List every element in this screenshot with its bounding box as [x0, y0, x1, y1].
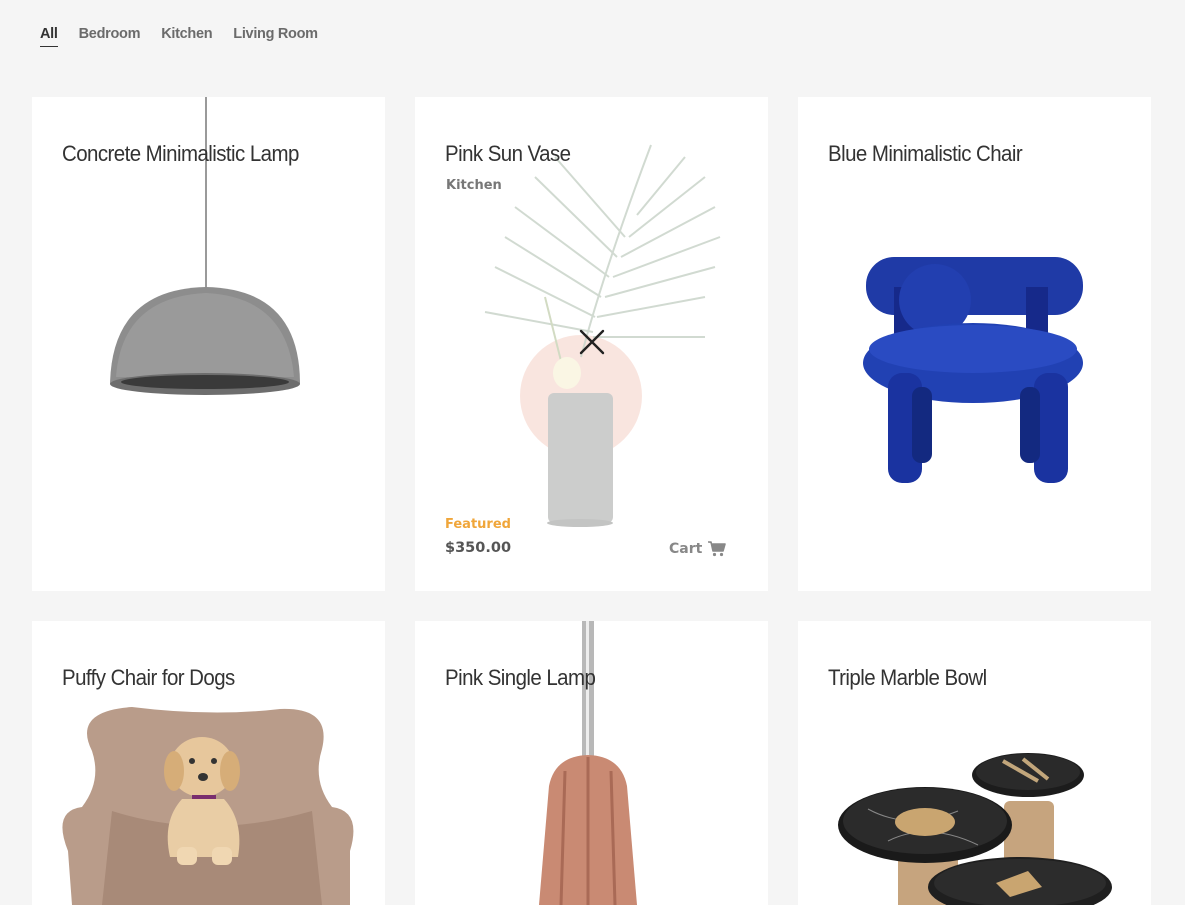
- product-title[interactable]: Concrete Minimalistic Lamp: [62, 141, 299, 167]
- filter-all[interactable]: All: [40, 26, 58, 47]
- product-title[interactable]: Pink Single Lamp: [445, 665, 596, 691]
- close-icon[interactable]: [577, 327, 607, 357]
- cart-label: Cart: [669, 541, 703, 557]
- concrete-lamp-image: [110, 97, 300, 395]
- product-title[interactable]: Triple Marble Bowl: [828, 665, 987, 691]
- product-title[interactable]: Blue Minimalistic Chair: [828, 141, 1023, 167]
- filter-living-room[interactable]: Living Room: [233, 26, 318, 47]
- add-to-cart-button[interactable]: Cart: [669, 541, 727, 557]
- cart-icon: [708, 541, 727, 557]
- product-card[interactable]: Puffy Chair for Dogs: [32, 621, 385, 905]
- marble-bowls-image: [838, 753, 1112, 905]
- filter-kitchen[interactable]: Kitchen: [161, 26, 212, 47]
- blue-chair-image: [863, 257, 1083, 483]
- dog-chair-image: [62, 707, 354, 905]
- product-card[interactable]: Blue Minimalistic Chair: [798, 97, 1151, 591]
- product-category: Kitchen: [446, 178, 502, 193]
- featured-badge: Featured: [445, 517, 511, 532]
- product-price: $350.00: [445, 540, 512, 556]
- product-card[interactable]: Pink Single Lamp: [415, 621, 768, 905]
- product-card[interactable]: Concrete Minimalistic Lamp: [32, 97, 385, 591]
- product-card-featured[interactable]: Pink Sun Vase Kitchen Featured $350.00 C…: [415, 97, 768, 591]
- product-title[interactable]: Puffy Chair for Dogs: [62, 665, 235, 691]
- product-title[interactable]: Pink Sun Vase: [445, 141, 571, 167]
- product-card[interactable]: Triple Marble Bowl: [798, 621, 1151, 905]
- category-filter-nav: All Bedroom Kitchen Living Room: [40, 26, 318, 47]
- pink-lamp-image: [539, 621, 637, 905]
- filter-bedroom[interactable]: Bedroom: [79, 26, 141, 47]
